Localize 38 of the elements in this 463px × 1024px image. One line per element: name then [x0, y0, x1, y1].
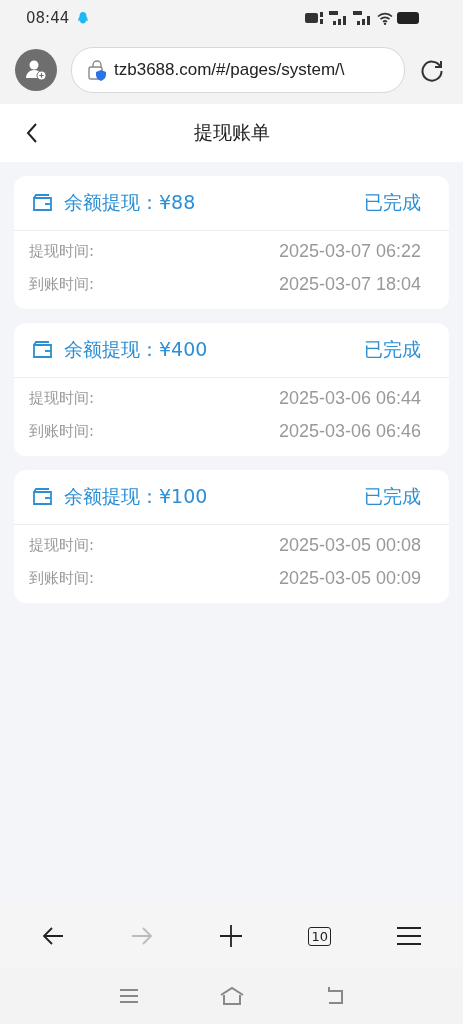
status-time: 08:44: [26, 9, 70, 27]
menu-icon[interactable]: [396, 926, 423, 946]
back-icon[interactable]: [25, 122, 39, 144]
wallet-icon: [32, 341, 54, 359]
field-label: 提现时间:: [29, 389, 95, 408]
field-label: 到账时间:: [29, 275, 95, 294]
record-status: 已完成: [364, 484, 421, 509]
record-title: 余额提现：¥400: [64, 337, 208, 362]
user-add-icon[interactable]: [15, 49, 57, 91]
wallet-icon: [32, 194, 54, 212]
record-status: 已完成: [364, 190, 421, 215]
shield-lock-icon: [88, 59, 108, 81]
battery-icon: [397, 12, 419, 24]
field-label: 提现时间:: [29, 536, 95, 555]
tab-count-button[interactable]: 10: [308, 926, 332, 946]
signal-icon: [329, 11, 349, 25]
wifi-icon: [377, 11, 393, 25]
signal-icon: [353, 11, 373, 25]
url-text: tzb3688.com/#/pages/system/\: [114, 60, 345, 80]
field-label: 到账时间:: [29, 569, 95, 588]
back-arrow-icon[interactable]: [40, 926, 65, 946]
plus-icon[interactable]: [219, 924, 244, 948]
wallet-icon: [32, 488, 54, 506]
field-value: 2025-03-05 00:09: [278, 568, 421, 589]
field-value: 2025-03-06 06:44: [278, 388, 421, 409]
record-title: 余额提现：¥100: [64, 484, 208, 509]
field-value: 2025-03-07 06:22: [278, 241, 421, 262]
record-title: 余额提现：¥88: [64, 190, 196, 215]
field-value: 2025-03-07 18:04: [278, 274, 421, 295]
page-title: 提现账单: [193, 120, 270, 145]
penguin-icon: [77, 11, 90, 25]
home-icon[interactable]: [218, 986, 245, 1006]
field-value: 2025-03-05 00:08: [278, 535, 421, 556]
field-label: 提现时间:: [29, 242, 95, 261]
record-status: 已完成: [364, 337, 421, 362]
address-field[interactable]: tzb3688.com/#/pages/system/\: [71, 47, 405, 93]
field-value: 2025-03-06 06:46: [278, 421, 421, 442]
field-label: 到账时间:: [29, 422, 95, 441]
